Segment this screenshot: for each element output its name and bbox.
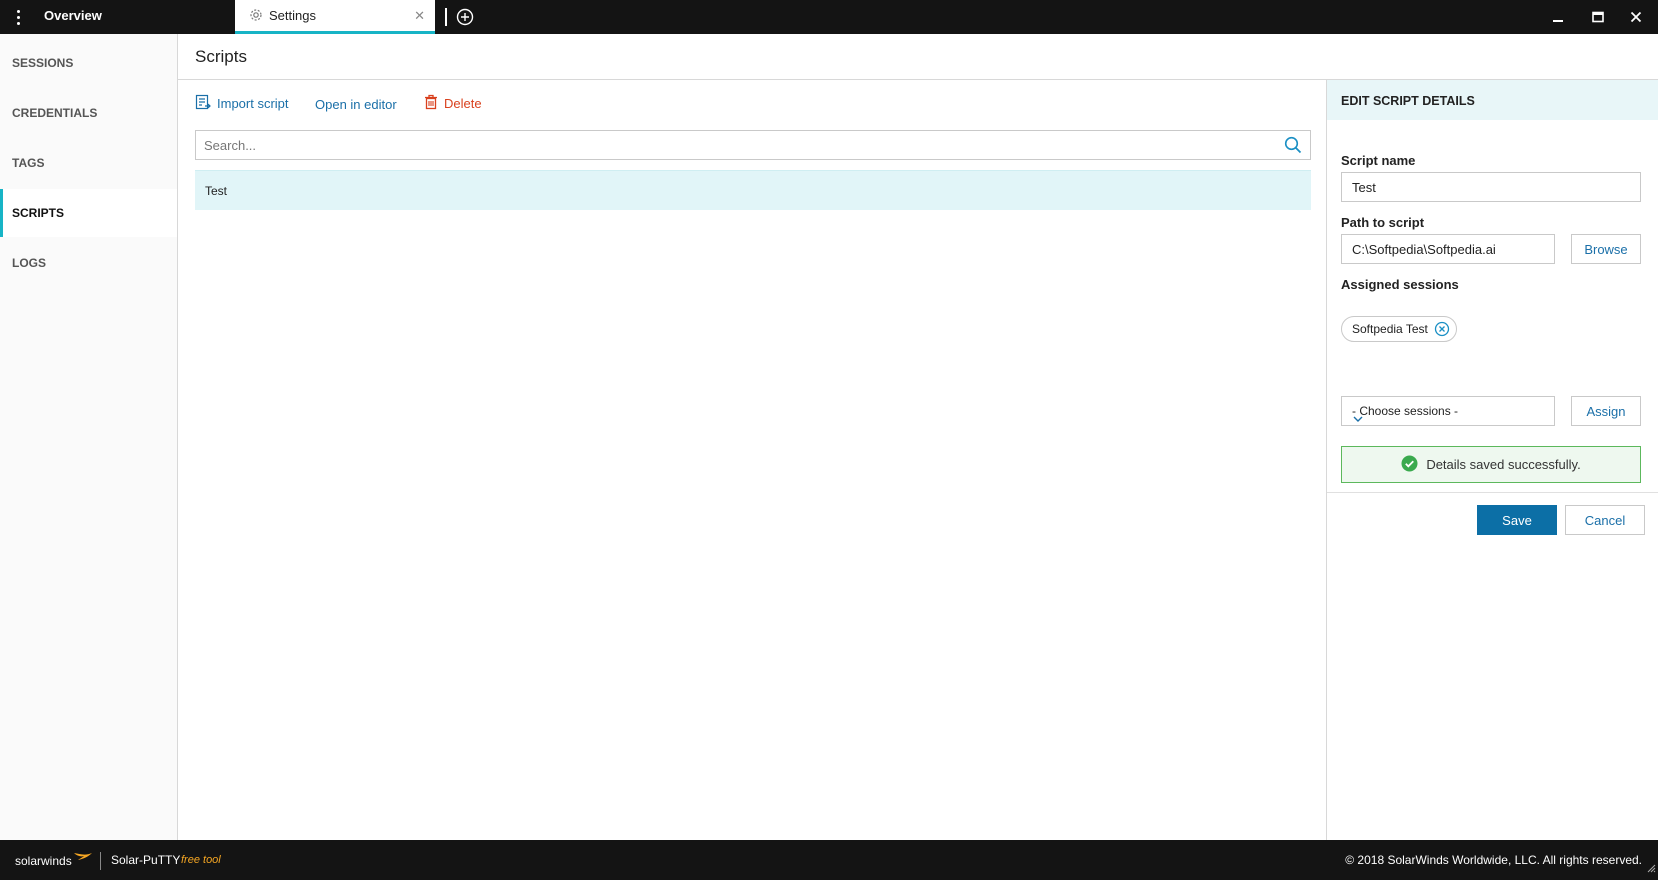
open-in-editor-button[interactable]: Open in editor	[315, 93, 397, 115]
browse-button[interactable]: Browse	[1571, 234, 1641, 264]
divider	[100, 852, 101, 870]
sidebar-item-tags[interactable]: TAGS	[0, 139, 177, 187]
maximize-icon[interactable]	[1578, 0, 1618, 34]
tab-overview[interactable]: Overview	[44, 0, 102, 34]
session-chip: Softpedia Test	[1341, 316, 1457, 342]
assign-button[interactable]: Assign	[1571, 396, 1641, 426]
delete-button[interactable]: Delete	[424, 92, 482, 114]
sidebar-item-sessions[interactable]: SESSIONS	[0, 39, 177, 87]
save-button[interactable]: Save	[1477, 505, 1557, 535]
add-tab-icon[interactable]	[456, 8, 474, 31]
solarwinds-flame-icon	[73, 850, 93, 868]
tab-divider	[445, 8, 447, 26]
success-message: Details saved successfully.	[1341, 446, 1641, 483]
panel-header: EDIT SCRIPT DETAILS	[1327, 80, 1658, 120]
close-window-icon[interactable]	[1616, 0, 1656, 34]
trash-icon	[424, 94, 438, 113]
sidebar-item-credentials[interactable]: CREDENTIALS	[0, 89, 177, 137]
choose-sessions-select[interactable]: - Choose sessions -	[1341, 396, 1555, 426]
tab-settings[interactable]: Settings ✕	[235, 0, 435, 34]
page-title: Scripts	[195, 47, 247, 66]
script-name-label: Script name	[1341, 153, 1416, 168]
script-name-field[interactable]	[1341, 172, 1641, 202]
assigned-sessions-label: Assigned sessions	[1341, 277, 1459, 292]
title-bar: Overview Settings ✕	[0, 0, 1658, 34]
footer: solarwinds Solar-PuTTY free tool © 2018 …	[0, 840, 1658, 880]
product-tag: free tool	[181, 854, 221, 866]
close-icon[interactable]: ✕	[414, 0, 425, 31]
session-chip-label: Softpedia Test	[1352, 322, 1428, 336]
brand-logo: solarwinds	[15, 854, 72, 868]
success-text: Details saved successfully.	[1426, 457, 1581, 472]
gear-icon	[249, 8, 263, 27]
sidebar-item-logs[interactable]: LOGS	[0, 239, 177, 287]
list-item[interactable]: Test	[195, 170, 1311, 210]
path-field[interactable]	[1341, 234, 1555, 264]
import-script-label: Import script	[217, 95, 289, 111]
divider	[1327, 492, 1658, 493]
delete-label: Delete	[444, 95, 482, 111]
remove-session-icon[interactable]	[1434, 321, 1450, 345]
resize-grip-icon[interactable]	[1646, 860, 1656, 878]
import-script-button[interactable]: Import script	[195, 92, 289, 114]
sidebar: SESSIONS CREDENTIALS TAGS SCRIPTS LOGS	[0, 34, 178, 840]
tab-settings-label: Settings	[269, 8, 316, 23]
path-label: Path to script	[1341, 215, 1425, 230]
search-box	[195, 130, 1311, 160]
sidebar-item-scripts[interactable]: SCRIPTS	[0, 189, 177, 237]
import-script-icon	[195, 94, 211, 113]
search-icon[interactable]	[1284, 136, 1302, 159]
main-content: Scripts Import script Open in editor Del…	[178, 34, 1658, 840]
edit-script-panel: EDIT SCRIPT DETAILS Script name Path to …	[1326, 80, 1658, 840]
script-name: Test	[205, 184, 228, 198]
check-circle-icon	[1401, 455, 1418, 475]
minimize-icon[interactable]	[1538, 0, 1578, 34]
copyright: © 2018 SolarWinds Worldwide, LLC. All ri…	[1345, 853, 1642, 867]
panel-title: EDIT SCRIPT DETAILS	[1341, 94, 1475, 108]
open-in-editor-label: Open in editor	[315, 96, 397, 112]
cancel-button[interactable]: Cancel	[1565, 505, 1645, 535]
product-name: Solar-PuTTY	[111, 853, 181, 867]
search-input[interactable]	[196, 131, 1276, 159]
chevron-down-icon	[1352, 406, 1546, 434]
kebab-menu-icon[interactable]	[8, 6, 28, 28]
